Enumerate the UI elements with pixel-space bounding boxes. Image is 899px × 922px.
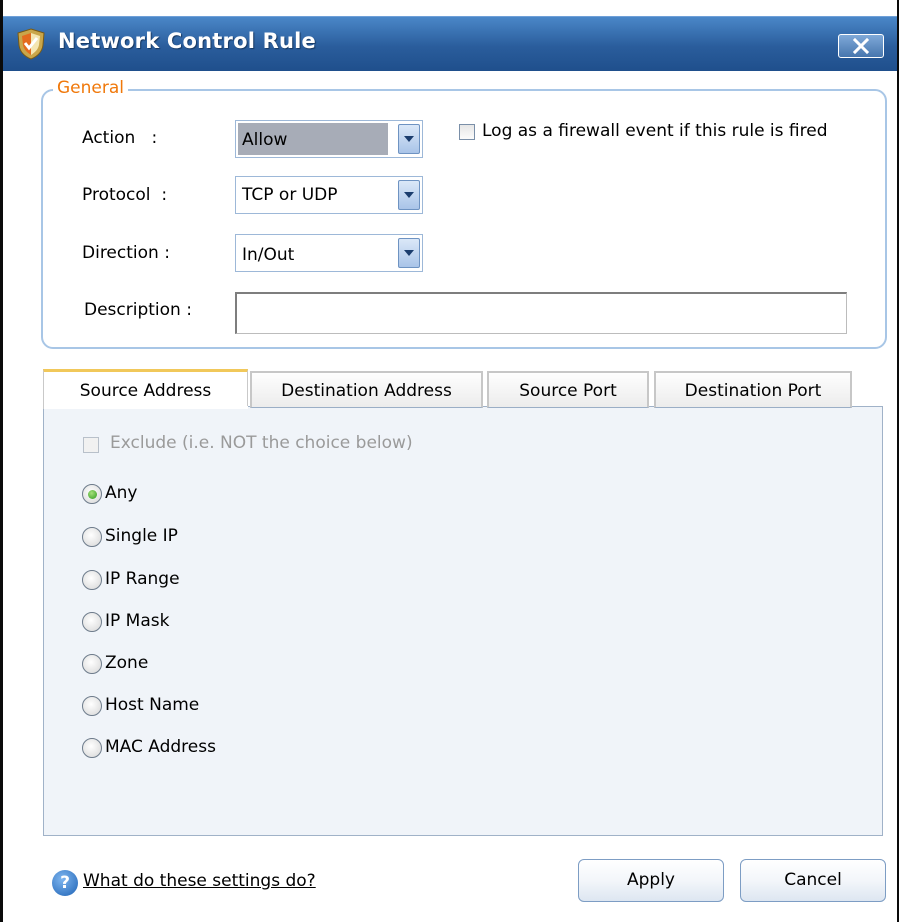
exclude-checkbox[interactable] — [83, 437, 99, 453]
title-bar[interactable]: Network Control Rule — [3, 16, 897, 71]
close-x-icon — [852, 37, 870, 55]
general-legend: General — [53, 78, 128, 98]
help-link[interactable]: What do these settings do? — [83, 871, 316, 891]
radio-label-host-name: Host Name — [105, 695, 200, 715]
protocol-label: Protocol : — [82, 185, 168, 205]
help-icon[interactable]: ? — [52, 870, 78, 896]
tab-label: Destination Port — [684, 381, 822, 401]
radio-label-ip-range: IP Range — [105, 569, 180, 589]
action-select[interactable]: Allow — [235, 120, 423, 158]
radio-label-ip-mask: IP Mask — [105, 611, 170, 631]
shield-icon — [17, 28, 45, 60]
radio-zone[interactable] — [82, 654, 102, 674]
radio-label-zone: Zone — [105, 653, 149, 673]
direction-select-value: In/Out — [242, 245, 295, 265]
direction-select[interactable]: In/Out — [235, 234, 423, 272]
action-label: Action : — [82, 128, 158, 148]
radio-single-ip[interactable] — [82, 527, 102, 547]
action-select-value: Allow — [242, 130, 288, 150]
radio-selected-dot — [88, 490, 97, 499]
protocol-select-value: TCP or UDP — [242, 185, 338, 205]
dialog-window: Network Control Rule General Action : Al… — [0, 0, 899, 922]
radio-ip-mask[interactable] — [82, 612, 102, 632]
window-title: Network Control Rule — [58, 29, 316, 53]
radio-label-single-ip: Single IP — [105, 526, 178, 546]
tab-destination-address[interactable]: Destination Address — [250, 371, 483, 408]
log-event-label: Log as a firewall event if this rule is … — [482, 121, 828, 141]
log-event-checkbox[interactable] — [459, 124, 475, 140]
tab-source-port[interactable]: Source Port — [487, 371, 649, 408]
exclude-label: Exclude (i.e. NOT the choice below) — [110, 433, 413, 453]
radio-label-any: Any — [105, 483, 138, 503]
direction-label: Direction : — [82, 243, 170, 263]
chevron-down-icon[interactable] — [398, 124, 420, 154]
radio-host-name[interactable] — [82, 696, 102, 716]
radio-label-mac-address: MAC Address — [105, 737, 216, 757]
chevron-down-icon[interactable] — [398, 180, 420, 210]
apply-button[interactable]: Apply — [578, 859, 724, 902]
protocol-select[interactable]: TCP or UDP — [235, 176, 423, 214]
chevron-down-icon[interactable] — [398, 238, 420, 268]
tab-label: Source Address — [79, 381, 212, 401]
radio-mac-address[interactable] — [82, 738, 102, 758]
description-input[interactable] — [235, 292, 847, 334]
tab-label: Source Port — [519, 381, 617, 401]
tab-destination-port[interactable]: Destination Port — [654, 371, 852, 408]
tab-source-address[interactable]: Source Address — [43, 369, 248, 409]
cancel-button[interactable]: Cancel — [740, 859, 886, 902]
description-label: Description : — [84, 300, 192, 320]
radio-any[interactable] — [82, 484, 102, 504]
tab-label: Destination Address — [281, 381, 452, 401]
active-tab-joint — [44, 406, 248, 409]
close-button[interactable] — [838, 34, 884, 58]
radio-ip-range[interactable] — [82, 570, 102, 590]
